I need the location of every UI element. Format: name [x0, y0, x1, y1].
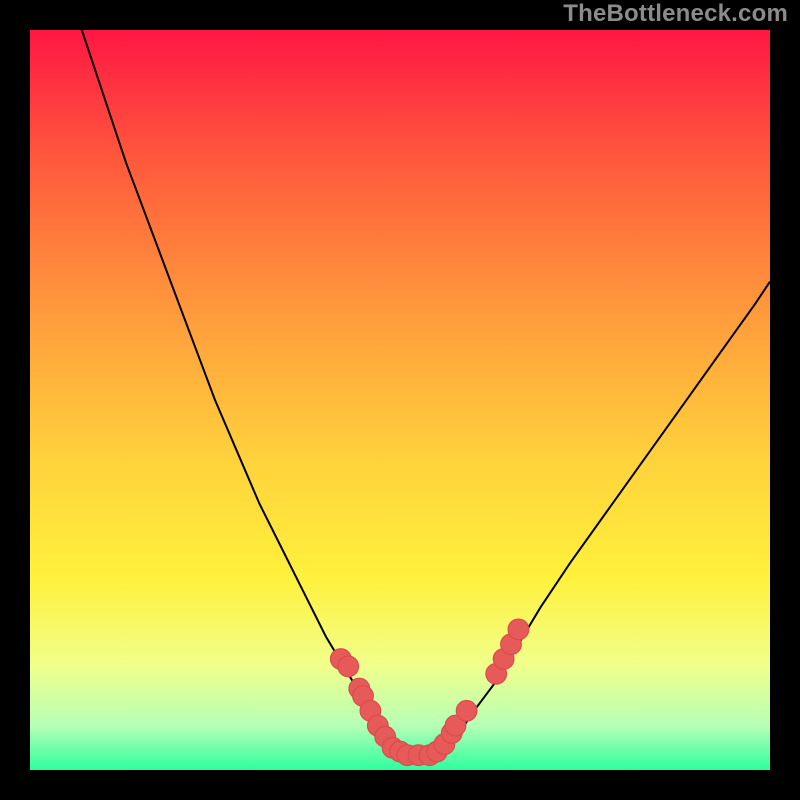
bottleneck-chart — [30, 30, 770, 770]
chart-frame: TheBottleneck.com — [0, 0, 800, 800]
watermark-text: TheBottleneck.com — [563, 0, 788, 28]
data-marker — [338, 656, 359, 677]
data-marker — [508, 619, 529, 640]
gradient-background — [30, 30, 770, 770]
data-marker — [456, 700, 477, 721]
plot-area — [30, 30, 770, 770]
